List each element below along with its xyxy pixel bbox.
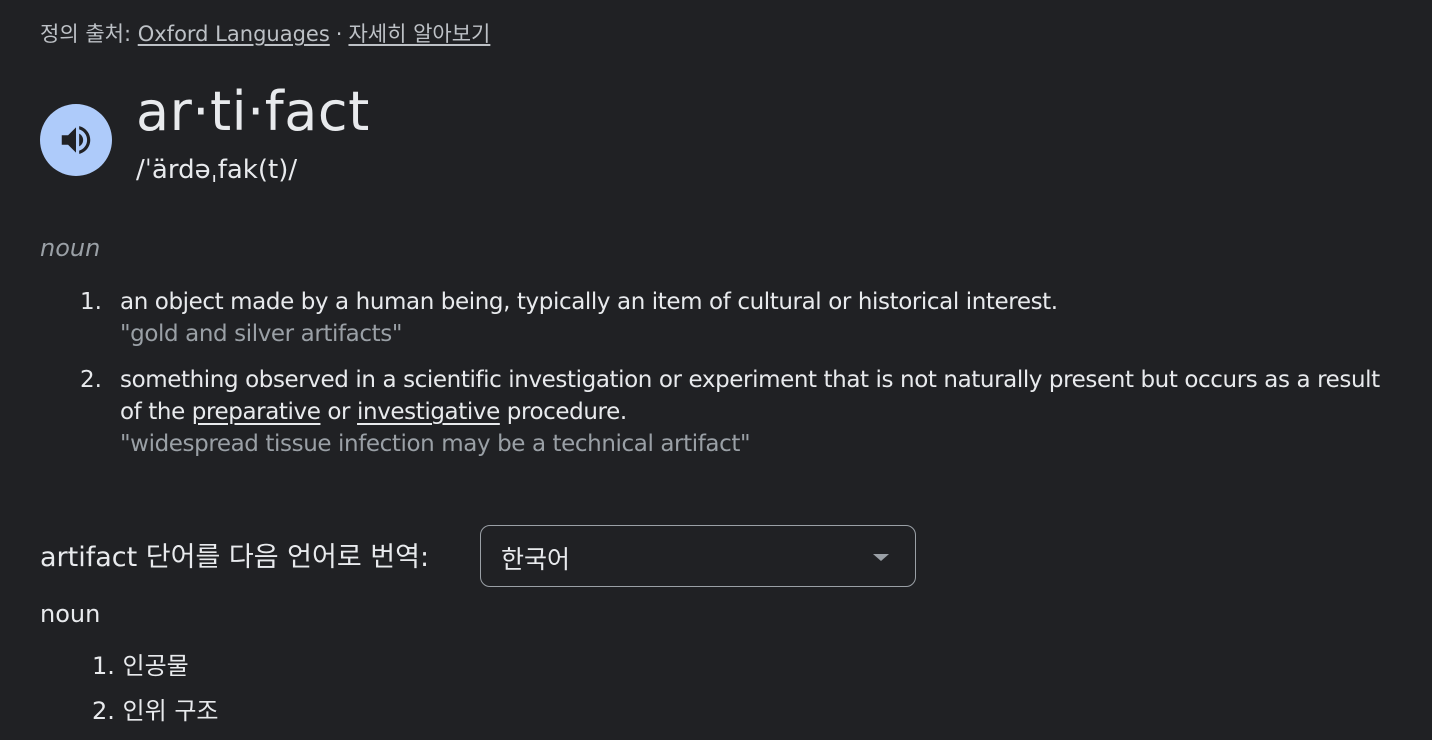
translation-part-of-speech: noun bbox=[40, 600, 101, 628]
translation-list: 1. 인공물 2. 인위 구조 bbox=[92, 644, 218, 734]
definition-text-part: procedure. bbox=[499, 399, 627, 425]
definition-number: 2. bbox=[80, 367, 102, 393]
phonetic-spelling: /ˈärdəˌfak(t)/ bbox=[136, 155, 298, 185]
headword: ar·ti·fact bbox=[136, 80, 370, 143]
definition-text: an object made by a human being, typical… bbox=[120, 289, 1058, 315]
definition-item: 2. something observed in a scientific in… bbox=[80, 364, 1380, 460]
dropdown-caret-icon bbox=[873, 554, 889, 561]
investigative-link[interactable]: investigative bbox=[357, 399, 500, 425]
definition-number: 1. bbox=[80, 289, 102, 315]
source-separator: · bbox=[335, 22, 343, 46]
definition-text-part: or bbox=[320, 399, 358, 425]
language-select[interactable]: 한국어 bbox=[480, 525, 916, 587]
language-select-value: 한국어 bbox=[501, 545, 571, 574]
part-of-speech: noun bbox=[40, 234, 101, 262]
learn-more-link[interactable]: 자세히 알아보기 bbox=[348, 22, 490, 46]
preparative-link[interactable]: preparative bbox=[192, 399, 321, 425]
source-prefix: 정의 출처: bbox=[40, 22, 132, 46]
definition-text: something observed in a scientific inves… bbox=[120, 364, 1380, 428]
definition-list: 1. an object made by a human being, typi… bbox=[80, 286, 1380, 474]
translation-item: 2. 인위 구조 bbox=[92, 697, 219, 725]
dictionary-panel: 정의 출처: Oxford Languages · 자세히 알아보기 ar·ti·f… bbox=[0, 0, 1432, 740]
definition-source: 정의 출처: Oxford Languages · 자세히 알아보기 bbox=[40, 18, 490, 48]
translate-label: artifact 단어를 다음 언어로 번역: bbox=[40, 542, 430, 573]
definition-item: 1. an object made by a human being, typi… bbox=[80, 286, 1380, 350]
definition-example: "widespread tissue infection may be a te… bbox=[120, 431, 751, 457]
oxford-languages-link[interactable]: Oxford Languages bbox=[138, 22, 330, 46]
translation-item: 1. 인공물 bbox=[92, 652, 189, 680]
speaker-icon bbox=[61, 126, 91, 154]
definition-example: "gold and silver artifacts" bbox=[120, 321, 403, 347]
pronunciation-audio-button[interactable] bbox=[40, 104, 112, 176]
